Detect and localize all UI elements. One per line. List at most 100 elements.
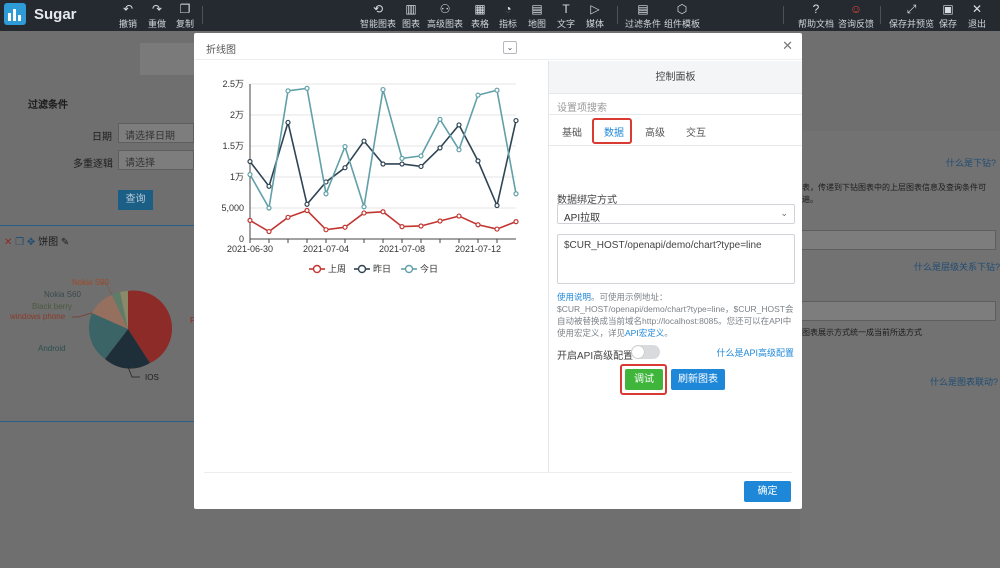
advanced-chart-icon: ⚇ [439, 2, 451, 16]
help-icon: ? [812, 2, 820, 16]
data-point [456, 122, 462, 128]
toolbar-label: 咨询反馈 [838, 19, 875, 29]
toolbar-save-preview-button[interactable]: ⤢ 保存并预览 [889, 2, 934, 30]
date-input[interactable]: 请选择日期 [118, 123, 194, 143]
right-select[interactable] [800, 230, 996, 250]
toolbar-copy-button[interactable]: ❐ 复制 [176, 2, 194, 30]
refresh-chart-button[interactable]: 刷新图表 [671, 369, 725, 390]
toolbar-label: 媒体 [586, 19, 605, 29]
modal-title: 折线图 [206, 45, 236, 56]
divider [0, 225, 194, 226]
settings-search-input[interactable]: 设置项搜索 [549, 94, 802, 115]
chevron-down-icon[interactable]: ⌄ [503, 41, 517, 54]
usage-link[interactable]: 使用说明 [557, 292, 591, 302]
data-point [285, 119, 291, 126]
toolbar-label: 重做 [148, 19, 167, 29]
tab-basic[interactable]: 基础 [562, 124, 582, 139]
pie-title: 饼图 [38, 237, 59, 248]
toolbar-bar-chart-button[interactable]: ▥ 图表 [402, 2, 420, 30]
legend-label: 上周 [328, 264, 346, 274]
chart-linkage-help-link[interactable]: 什么是图表联动? [930, 375, 998, 388]
toolbar-media-button[interactable]: ▷ 媒体 [586, 2, 604, 30]
hierarchy-drill-help-link[interactable]: 什么是层级关系下钻? [914, 260, 1000, 273]
toolbar-text-button[interactable]: T 文字 [557, 2, 575, 30]
save-preview-icon: ⤢ [906, 2, 917, 16]
toolbar-label: 文字 [557, 19, 576, 29]
toolbar-filter-button[interactable]: ▤ 过滤条件 [625, 2, 661, 30]
move-icon[interactable]: ✥ [27, 237, 35, 248]
tab-advanced[interactable]: 高级 [645, 124, 665, 139]
data-point [380, 86, 386, 93]
confirm-button[interactable]: 确定 [744, 481, 791, 502]
toolbar-template-button[interactable]: ⬡ 组件模板 [664, 2, 700, 30]
right-config-panel: 什么是下钻? 表，传递到下钻图表中的上层图表信息及查询条件可 遍。 什么是层级关… [800, 131, 1000, 568]
data-point [399, 161, 405, 167]
advanced-config-label: 开启API高级配置 [557, 351, 634, 362]
close-icon[interactable]: ✕ [782, 39, 793, 53]
copy-widget-icon[interactable]: ❐ [15, 237, 24, 248]
y-tick-label: 5,000 [221, 203, 244, 213]
right-select[interactable] [800, 301, 996, 321]
help-text: 。可使用示例地址：$CUR_HOST/openapi/demo/chart?ty… [557, 292, 794, 338]
toolbar-label: 表格 [471, 19, 490, 29]
toolbar-help-button[interactable]: ? 帮助文档 [798, 2, 834, 30]
toolbar-advanced-chart-button[interactable]: ⚇ 高级图表 [427, 2, 463, 30]
edit-icon[interactable]: ✎ [61, 237, 69, 248]
toolbar-separator [783, 6, 784, 24]
data-point [247, 217, 253, 223]
right-text: 表，传递到下钻图表中的上层图表信息及查询条件可 [802, 183, 986, 192]
cascade-input[interactable]: 请选择 [118, 150, 194, 170]
api-help-text: 使用说明。可使用示例地址：$CUR_HOST/openapi/demo/char… [557, 291, 797, 339]
toolbar-feedback-button[interactable]: ☺ 咨询反馈 [838, 2, 874, 30]
data-point [285, 214, 291, 220]
data-point [437, 116, 443, 122]
data-point [513, 219, 519, 225]
brand: Sugar [4, 3, 77, 25]
toolbar-smart-chart-button[interactable]: ⟲ 智能图表 [360, 2, 396, 30]
toolbar-gauge-button[interactable]: ◔ 指标 [499, 2, 517, 30]
legend-marker [312, 264, 322, 274]
toolbar-exit-button[interactable]: ✕ 退出 [968, 2, 986, 30]
toolbar-undo-button[interactable]: ↶ 撤销 [119, 2, 137, 30]
map-icon: ▤ [531, 2, 543, 16]
data-point [247, 158, 253, 165]
pie-label: IOS [145, 373, 159, 382]
x-tick-label: 2021-07-08 [379, 244, 425, 254]
data-point [380, 161, 386, 167]
data-point [361, 210, 367, 216]
data-point [475, 92, 481, 98]
macro-link[interactable]: API宏定义 [625, 328, 664, 338]
legend-marker [404, 264, 414, 274]
data-point [399, 224, 405, 230]
toolbar-label: 地图 [528, 19, 547, 29]
debug-button[interactable]: 调试 [625, 369, 663, 390]
data-point [494, 202, 500, 209]
advanced-config-toggle[interactable] [631, 345, 660, 359]
pie-label: Nokia S60 [44, 290, 81, 299]
data-point [456, 147, 462, 153]
toolbar-redo-button[interactable]: ↷ 重做 [148, 2, 166, 30]
delete-icon[interactable]: ✕ [4, 237, 12, 248]
filter-title: 过滤条件 [28, 100, 68, 111]
data-point [494, 87, 500, 93]
drilldown-help-link[interactable]: 什么是下钻? [946, 156, 996, 169]
data-point [399, 155, 405, 162]
exit-icon: ✕ [971, 2, 983, 16]
tab-interaction[interactable]: 交互 [686, 124, 706, 139]
line-chart: 0 5,000 1万 1.5万 2万 2.5万 2021-06-30 2021-07-04 20… [221, 79, 519, 274]
toolbar-map-button[interactable]: ▤ 地图 [528, 2, 546, 30]
media-icon: ▷ [590, 2, 600, 16]
data-point [437, 218, 443, 224]
data-point [418, 163, 424, 170]
toolbar-table-button[interactable]: ▦ 表格 [471, 2, 489, 30]
query-button[interactable]: 查询 [118, 190, 153, 210]
binding-select[interactable]: API拉取 ⌄ [557, 204, 795, 224]
toolbar-label: 撤销 [119, 19, 138, 29]
data-point [513, 191, 519, 197]
advanced-config-help-link[interactable]: 什么是API高级配置 [716, 346, 794, 359]
data-point [456, 213, 462, 219]
series-line-2 [249, 87, 517, 211]
highlight-box [592, 118, 632, 144]
api-url-textarea[interactable]: $CUR_HOST/openapi/demo/chart?type=line [557, 234, 795, 284]
toolbar-save-button[interactable]: ▣ 保存 [939, 2, 957, 30]
